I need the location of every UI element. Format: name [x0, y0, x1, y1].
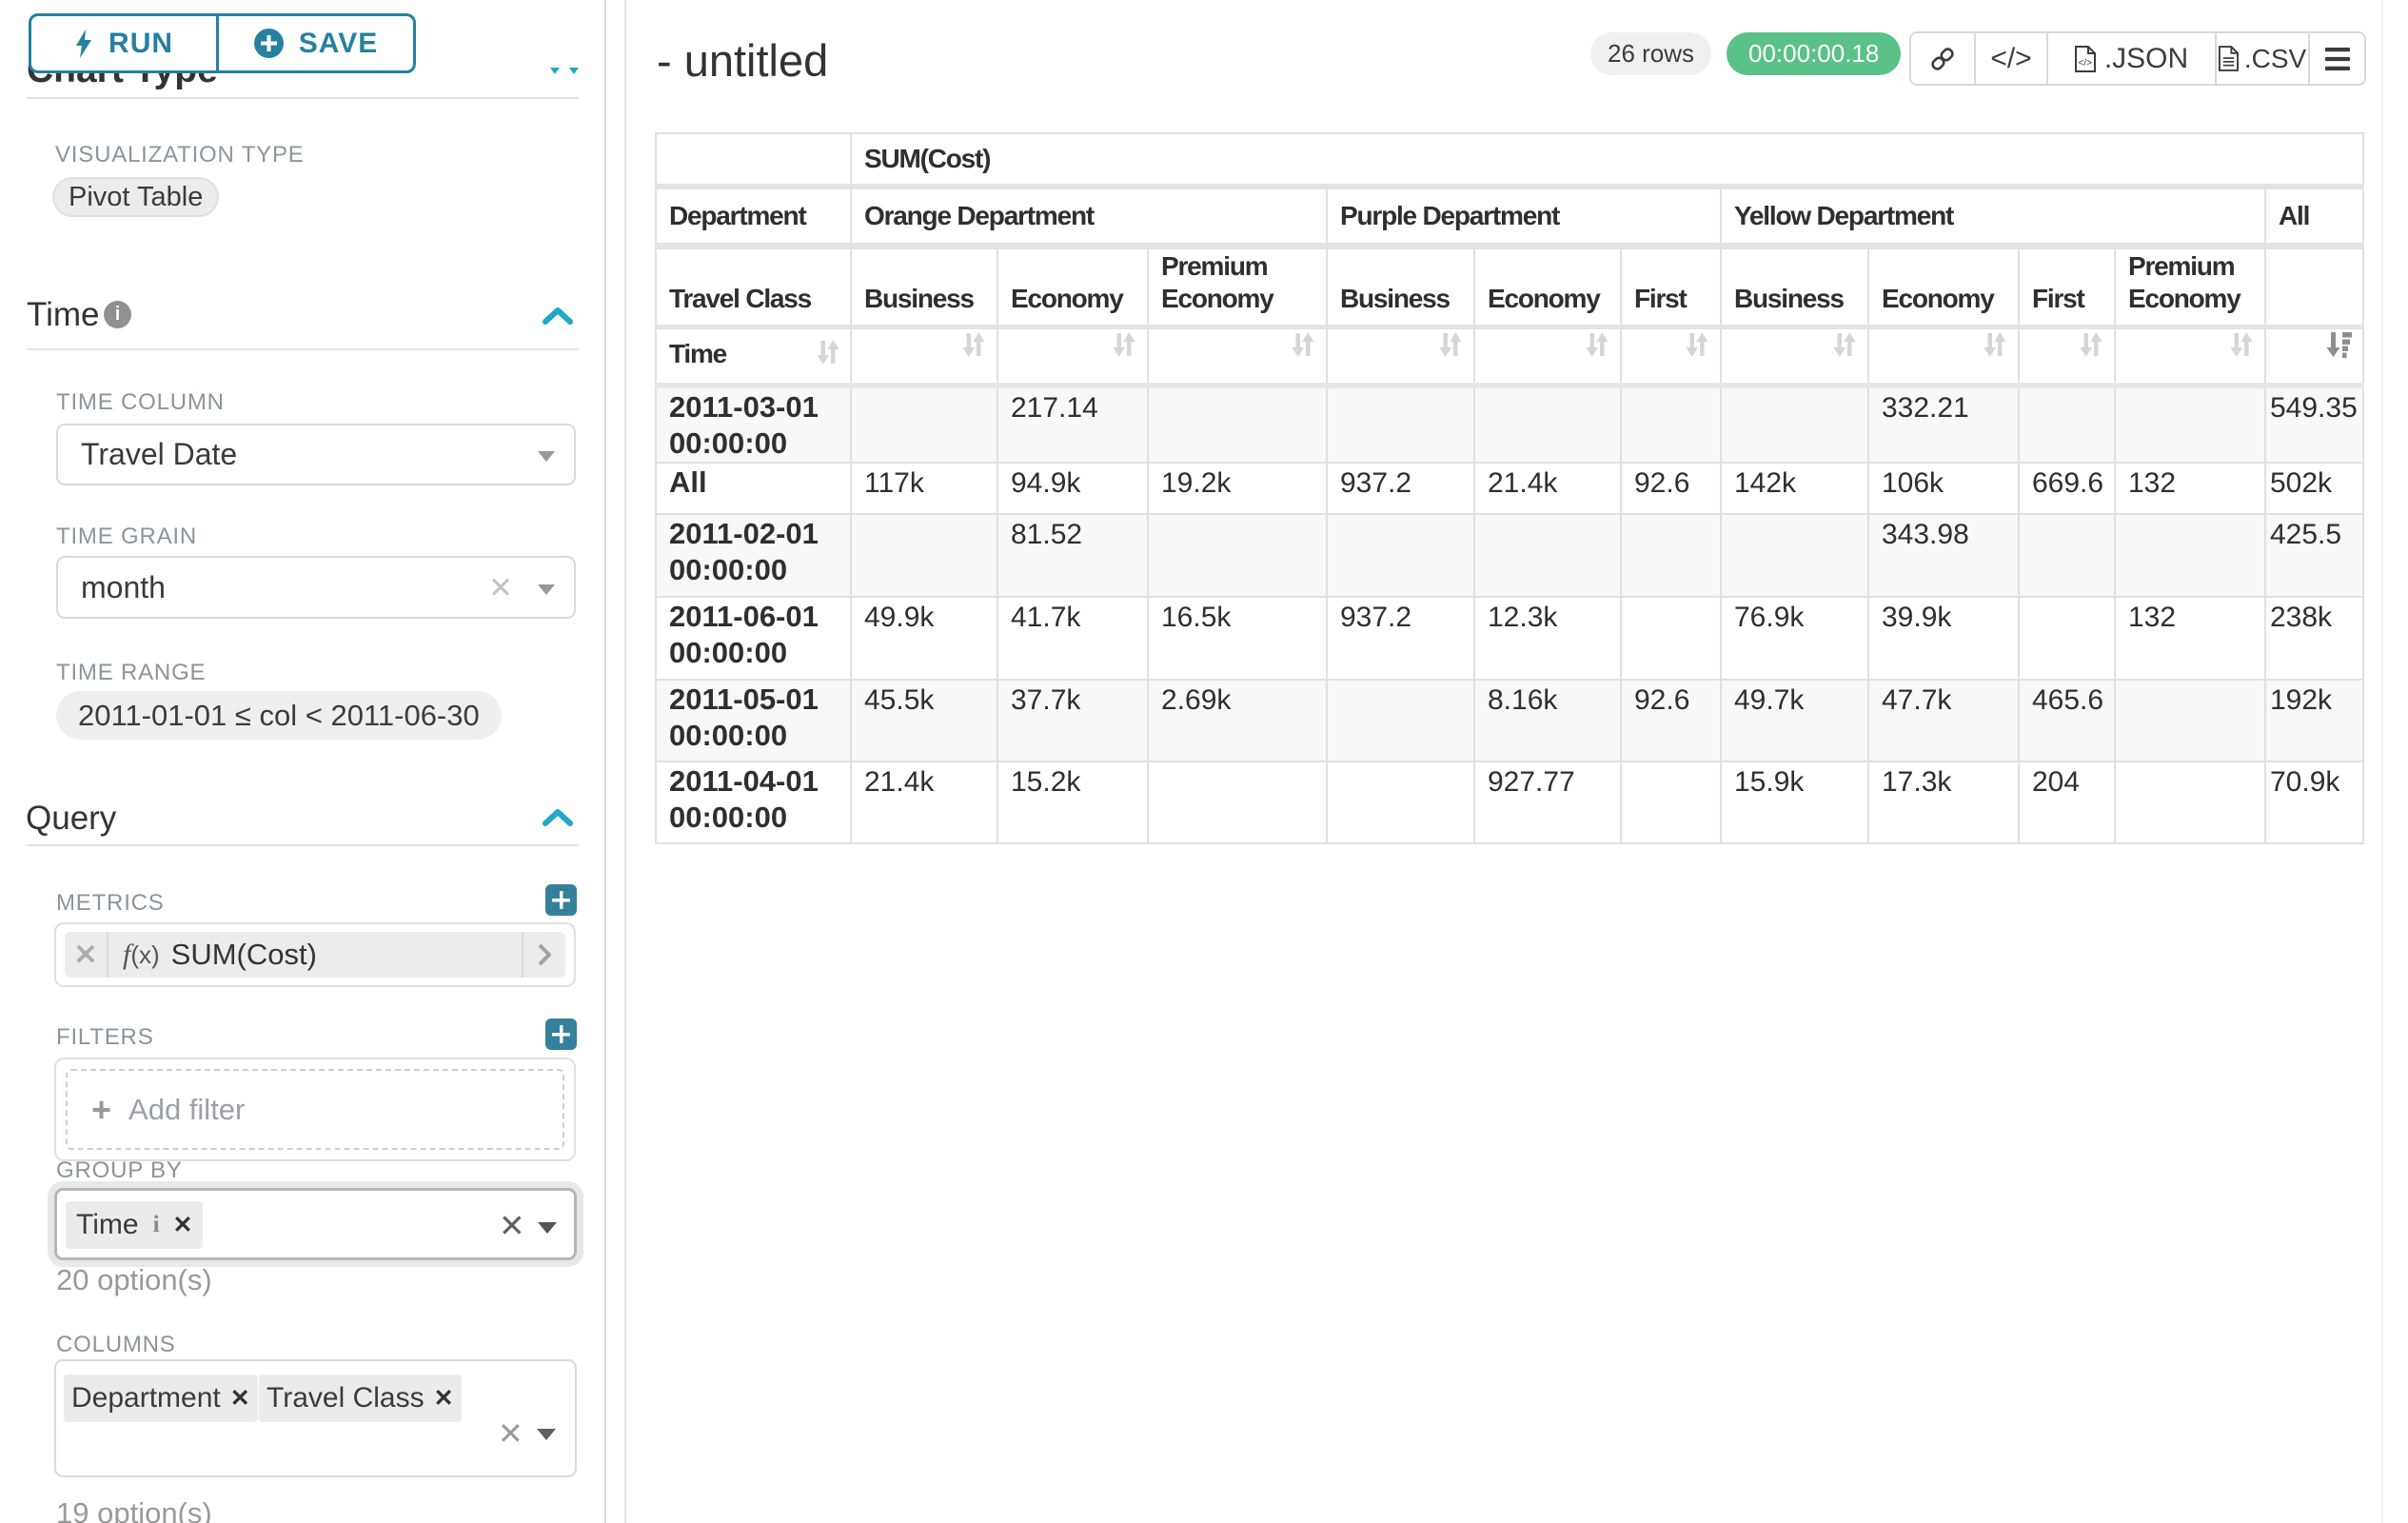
- svg-text:</>: </>: [2078, 58, 2092, 69]
